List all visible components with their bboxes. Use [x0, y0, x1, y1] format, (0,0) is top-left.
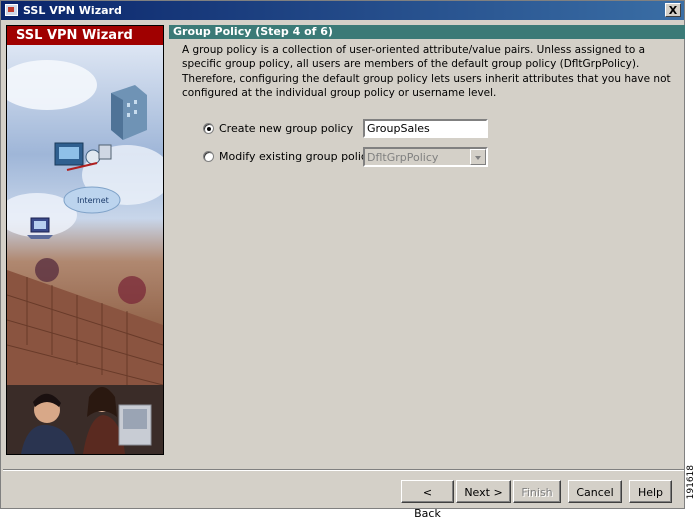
help-button[interactable]: Help: [629, 480, 672, 503]
step-title: Group Policy (Step 4 of 6): [169, 25, 685, 39]
existing-group-policy-value: DfltGrpPolicy: [367, 151, 439, 164]
group-policy-description: A group policy is a collection of user-o…: [182, 44, 671, 99]
title-bar[interactable]: SSL VPN Wizard X: [1, 1, 684, 20]
create-new-group-policy-option[interactable]: Create new group policy: [203, 120, 353, 138]
cancel-button[interactable]: Cancel: [568, 480, 622, 503]
create-new-label[interactable]: Create new group policy: [219, 122, 353, 135]
wizard-sidebar: SSL VPN Wizard Internet: [6, 25, 164, 455]
building-icon: [111, 85, 147, 140]
create-new-radio[interactable]: [203, 123, 214, 134]
close-button[interactable]: X: [665, 3, 681, 17]
internet-cloud-icon: Internet: [63, 186, 121, 214]
laptop-icon: [27, 217, 53, 239]
finish-button: Finish: [513, 480, 561, 503]
sidebar-illustration: Internet: [7, 60, 163, 454]
next-button[interactable]: Next >: [456, 480, 511, 503]
close-icon: X: [668, 4, 678, 17]
modify-existing-label[interactable]: Modify existing group policy: [219, 150, 373, 163]
modify-existing-radio[interactable]: [203, 151, 214, 162]
modify-existing-group-policy-option[interactable]: Modify existing group policy: [203, 148, 373, 166]
wizard-window: SSL VPN Wizard X SSL VPN Wizard Internet…: [0, 0, 685, 520]
back-button[interactable]: < Back: [401, 480, 454, 520]
footer-separator: [3, 469, 684, 471]
app-icon: [5, 4, 18, 16]
window-title: SSL VPN Wizard: [23, 4, 122, 17]
sidebar-title: SSL VPN Wizard: [7, 26, 163, 45]
svg-text:Internet: Internet: [77, 196, 109, 205]
chevron-down-icon[interactable]: [470, 149, 486, 165]
group-policy-name-input[interactable]: [363, 119, 488, 138]
figure-id: 191618: [686, 465, 696, 500]
existing-group-policy-select[interactable]: DfltGrpPolicy: [363, 147, 488, 167]
